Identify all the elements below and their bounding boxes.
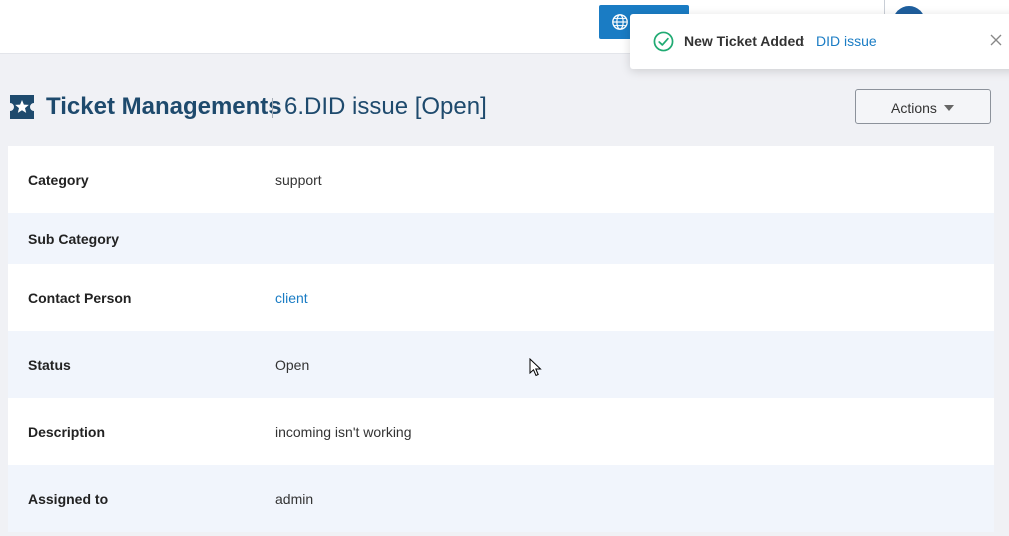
actions-label: Actions — [891, 100, 937, 116]
notification-toast: New Ticket Added : DID issue — [630, 14, 1009, 69]
detail-value: support — [275, 172, 322, 188]
detail-row-status: Status Open — [8, 331, 994, 398]
detail-label: Status — [28, 357, 71, 373]
detail-row-category: Category support — [8, 146, 994, 213]
toast-ticket-link[interactable]: DID issue — [816, 33, 877, 49]
caret-down-icon — [944, 105, 954, 111]
detail-label: Category — [28, 172, 89, 188]
page-title: Ticket Managements — [46, 93, 282, 120]
status-value: Open — [275, 357, 310, 373]
close-icon[interactable] — [990, 34, 1002, 46]
detail-label: Description — [28, 424, 106, 440]
check-circle-icon — [653, 31, 674, 52]
detail-row-contact-person: Contact Person client — [8, 264, 994, 331]
ticket-subtitle: 6.DID issue [Open] — [284, 93, 487, 120]
detail-value: incoming isn't working — [275, 424, 412, 440]
detail-label: Assigned to — [28, 491, 109, 507]
title-divider — [272, 98, 273, 118]
actions-dropdown-button[interactable]: Actions — [855, 89, 991, 124]
detail-row-assigned-to: Assigned to admin — [8, 465, 994, 532]
detail-row-sub-category: Sub Category — [8, 213, 994, 264]
ticket-star-icon — [10, 95, 34, 119]
toast-title: New Ticket Added — [684, 33, 804, 49]
toast-separator: : — [801, 33, 805, 49]
contact-person-link[interactable]: client — [275, 290, 308, 306]
detail-label: Contact Person — [28, 290, 132, 306]
detail-label: Sub Category — [28, 231, 120, 247]
ticket-details-table: Category support Sub Category Contact Pe… — [8, 146, 994, 532]
globe-icon — [612, 14, 628, 30]
mouse-cursor-icon — [529, 358, 542, 377]
detail-row-description: Description incoming isn't working — [8, 398, 994, 465]
detail-value: admin — [275, 491, 314, 507]
